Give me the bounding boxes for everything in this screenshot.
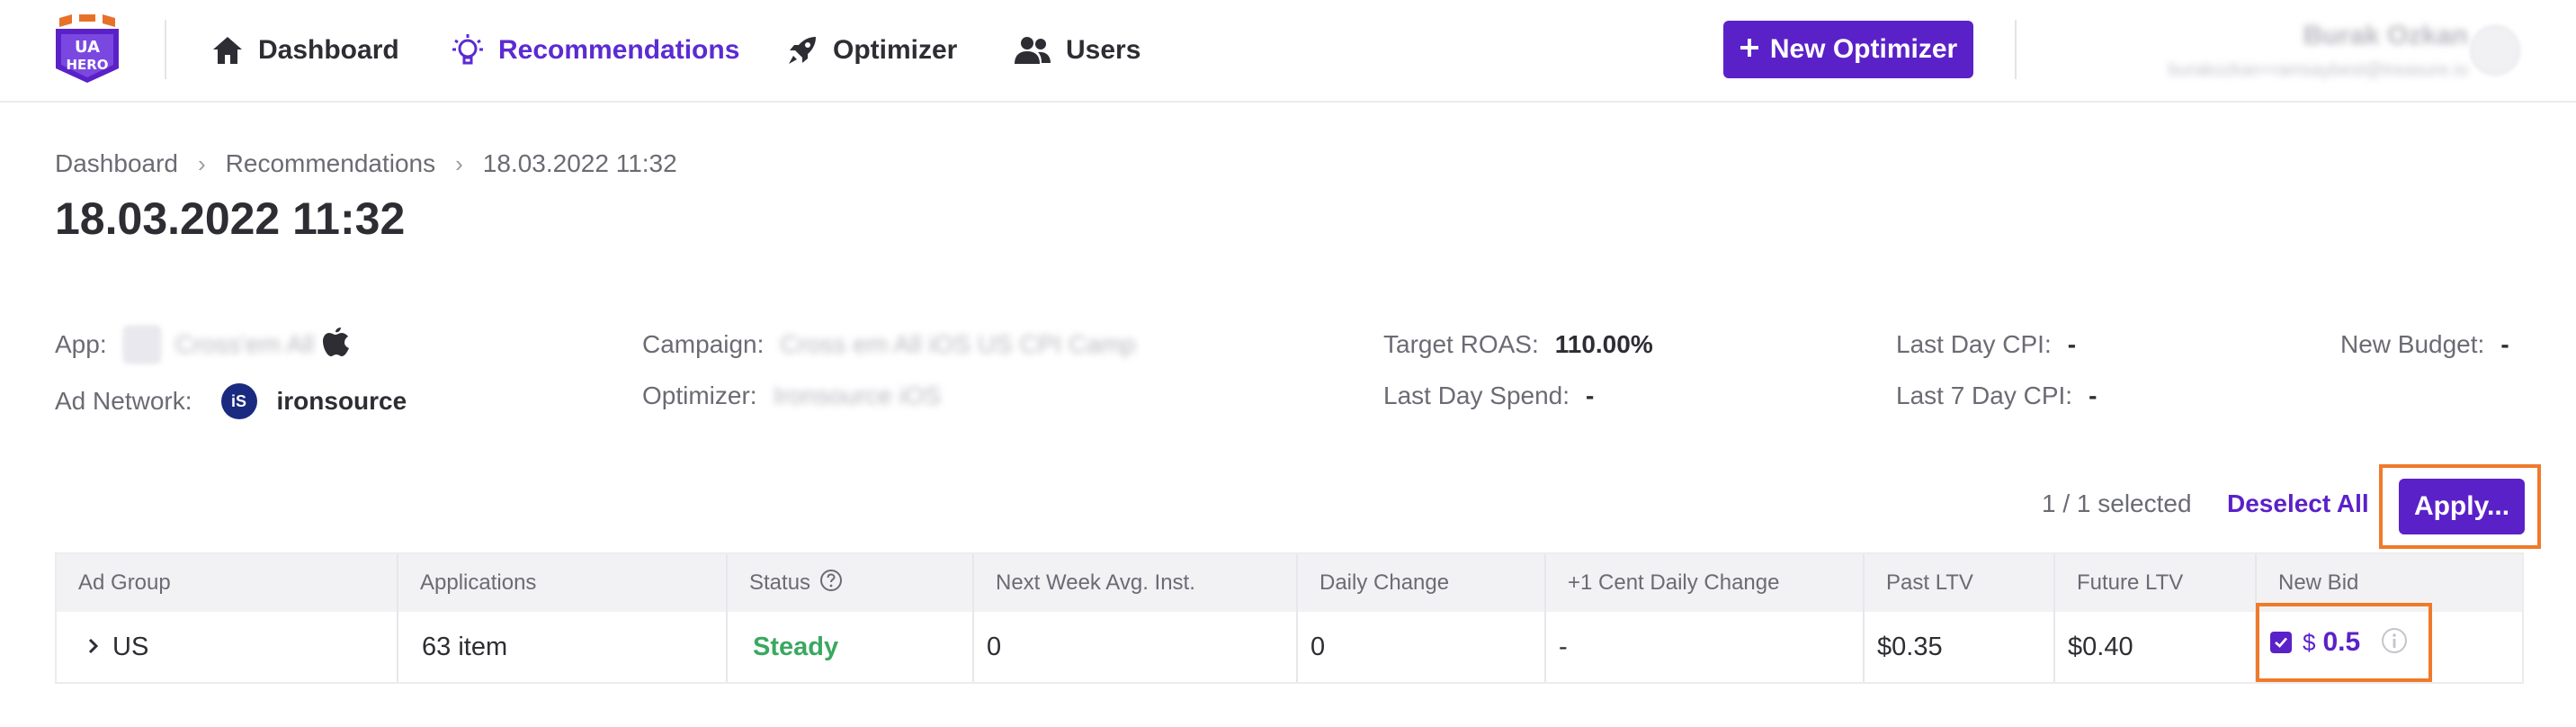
- cell-applications: 63 item: [398, 612, 728, 682]
- ad-network-value: ironsource: [276, 387, 407, 415]
- app-value[interactable]: Cross'em All: [175, 330, 315, 359]
- optimizer-value[interactable]: Ironsource iOS: [774, 381, 942, 410]
- info-last-day-spend: Last Day Spend: -: [1383, 376, 1594, 416]
- lightbulb-icon: [452, 33, 484, 67]
- svg-text:UA: UA: [75, 38, 100, 57]
- cell-plus-one-cent-daily-change: -: [1546, 612, 1865, 682]
- apple-icon: [323, 327, 350, 364]
- rocket-icon: [786, 34, 818, 67]
- deselect-all-button[interactable]: Deselect All: [2227, 489, 2369, 518]
- users-icon: [1014, 35, 1051, 66]
- col-daily-change[interactable]: Daily Change: [1298, 554, 1546, 612]
- chevron-right-icon: ›: [455, 149, 463, 177]
- table-header: Ad Group Applications Status Next Week A…: [57, 554, 2522, 612]
- col-next-week-avg-inst[interactable]: Next Week Avg. Inst.: [974, 554, 1298, 612]
- user-info[interactable]: Burak Ozkan burakozkan+ramsaybest@treasu…: [2169, 18, 2468, 83]
- plus-icon: [1740, 34, 1759, 65]
- nav-divider: [2015, 20, 2017, 79]
- info-last-day-cpi: Last Day CPI: -: [1896, 325, 2076, 364]
- svg-text:HERO: HERO: [66, 57, 108, 73]
- ad-network-label: Ad Network:: [55, 387, 192, 415]
- new-budget-value: -: [2500, 330, 2509, 358]
- table-row[interactable]: US 63 item Steady 0 0 - $0.35 $0.40: [57, 612, 2522, 682]
- optimizer-label: Optimizer:: [642, 381, 757, 409]
- info-target-roas: Target ROAS: 110.00%: [1383, 325, 1653, 364]
- ua-hero-logo[interactable]: UA HERO: [52, 13, 122, 85]
- last-day-cpi-label: Last Day CPI:: [1896, 330, 2052, 358]
- last-day-spend-label: Last Day Spend:: [1383, 381, 1570, 409]
- cell-future-ltv: $0.40: [2055, 612, 2257, 682]
- top-navigation-bar: UA HERO Dashboard Recommendations Optimi…: [0, 0, 2576, 103]
- nav-item-users[interactable]: Users: [1014, 0, 1140, 101]
- target-roas-value: 110.00%: [1554, 330, 1653, 358]
- last-7-day-cpi-label: Last 7 Day CPI:: [1896, 381, 2073, 409]
- col-past-ltv[interactable]: Past LTV: [1865, 554, 2055, 612]
- new-budget-label: New Budget:: [2340, 330, 2485, 358]
- apply-button[interactable]: Apply...: [2399, 479, 2525, 534]
- nav-item-optimizer[interactable]: Optimizer: [786, 0, 957, 101]
- new-bid-currency: $: [2303, 628, 2316, 656]
- breadcrumb-current: 18.03.2022 11:32: [482, 149, 677, 177]
- info-circle-icon[interactable]: [2380, 626, 2409, 660]
- chevron-right-icon: ›: [197, 149, 206, 177]
- info-optimizer: Optimizer: Ironsource iOS: [642, 376, 941, 416]
- breadcrumb: Dashboard › Recommendations › 18.03.2022…: [55, 149, 677, 178]
- campaign-label: Campaign:: [642, 330, 765, 358]
- last-day-spend-value: -: [1586, 381, 1595, 409]
- user-email: burakozkan+ramsaybest@treasure.io: [2168, 60, 2468, 80]
- question-circle-icon[interactable]: [819, 569, 843, 598]
- breadcrumb-recommendations[interactable]: Recommendations: [226, 149, 435, 178]
- nav-label-users: Users: [1066, 35, 1141, 65]
- campaign-value[interactable]: Cross em All iOS US CPI Camp: [780, 330, 1135, 359]
- new-optimizer-button[interactable]: New Optimizer: [1723, 21, 1973, 78]
- cell-daily-change: 0: [1298, 612, 1546, 682]
- new-bid-value[interactable]: 0.5: [2322, 627, 2360, 658]
- last-7-day-cpi-value: -: [2089, 381, 2097, 409]
- user-name: Burak Ozkan: [2303, 21, 2468, 50]
- col-status-label: Status: [749, 570, 811, 595]
- ad-group-value: US: [112, 632, 149, 661]
- ironsource-logo-icon: iS: [220, 383, 257, 419]
- nav-label-optimizer: Optimizer: [833, 35, 958, 65]
- new-optimizer-label: New Optimizer: [1769, 34, 1958, 64]
- new-bid-checkbox[interactable]: [2270, 632, 2292, 653]
- nav-item-recommendations[interactable]: Recommendations: [452, 0, 739, 101]
- info-campaign: Campaign: Cross em All iOS US CPI Camp: [642, 325, 1136, 364]
- app-label: App:: [55, 330, 107, 358]
- cell-past-ltv: $0.35: [1865, 612, 2055, 682]
- status-badge: Steady: [728, 612, 974, 682]
- col-future-ltv[interactable]: Future LTV: [2055, 554, 2257, 612]
- breadcrumb-dashboard[interactable]: Dashboard: [55, 149, 178, 178]
- nav-label-dashboard: Dashboard: [258, 35, 399, 65]
- cell-ad-group[interactable]: US: [57, 612, 398, 682]
- chevron-right-icon[interactable]: [87, 633, 100, 662]
- col-status[interactable]: Status: [728, 554, 974, 612]
- col-ad-group[interactable]: Ad Group: [57, 554, 398, 612]
- nav-label-recommendations: Recommendations: [498, 35, 740, 65]
- info-new-budget: New Budget: -: [2340, 325, 2509, 364]
- col-plus-one-cent-daily-change[interactable]: +1 Cent Daily Change: [1546, 554, 1865, 612]
- home-icon: [211, 35, 244, 66]
- avatar[interactable]: [2470, 25, 2520, 76]
- recommendations-table: Ad Group Applications Status Next Week A…: [55, 552, 2524, 684]
- target-roas-label: Target ROAS:: [1383, 330, 1539, 358]
- page-title: 18.03.2022 11:32: [55, 193, 406, 244]
- selected-count: 1 / 1 selected: [2042, 489, 2192, 517]
- last-day-cpi-value: -: [2067, 330, 2077, 358]
- cell-next-week-avg-inst: 0: [974, 612, 1298, 682]
- new-bid-editor[interactable]: $ 0.5: [2270, 617, 2409, 668]
- info-ad-network: Ad Network: iS ironsource: [55, 381, 407, 421]
- nav-divider: [165, 20, 166, 79]
- nav-item-dashboard[interactable]: Dashboard: [211, 0, 399, 101]
- info-app: App: Cross'em All: [55, 325, 350, 364]
- info-last-7-day-cpi: Last 7 Day CPI: -: [1896, 376, 2097, 416]
- col-applications[interactable]: Applications: [398, 554, 728, 612]
- app-thumbnail: [122, 326, 161, 364]
